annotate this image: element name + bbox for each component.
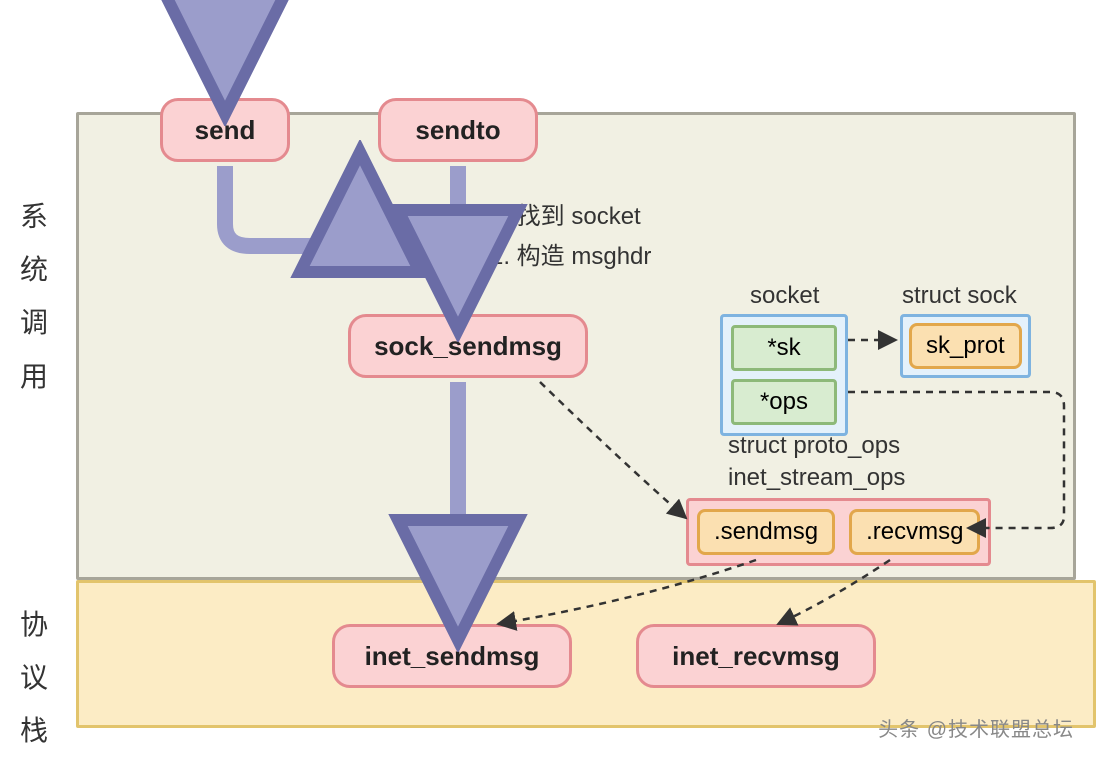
struct-sock: sk_prot [900, 314, 1031, 378]
title-socket: socket [750, 282, 819, 310]
annotation-step2: 2. 构造 msghdr [490, 236, 651, 271]
struct-socket: *sk *ops [720, 314, 848, 436]
diagram-canvas: 系统调用 协议栈 send sendto sock_sendmsg inet_s… [0, 0, 1102, 752]
field-sk: *sk [731, 325, 837, 371]
title-struct-sock: struct sock [902, 282, 1017, 310]
title-proto-ops-1: struct proto_ops [728, 432, 900, 460]
field-sendmsg: .sendmsg [697, 509, 835, 555]
node-inet-recvmsg: inet_recvmsg [636, 624, 876, 688]
annotation-step1: 1. 找到 socket [490, 196, 641, 231]
node-send: send [160, 98, 290, 162]
label-protocol: 协议栈 [18, 598, 50, 758]
watermark: 头条 @技术联盟总坛 [878, 713, 1074, 742]
node-inet-sendmsg: inet_sendmsg [332, 624, 572, 688]
struct-proto-ops: .sendmsg .recvmsg [686, 498, 991, 566]
field-ops: *ops [731, 379, 837, 425]
node-sendto: sendto [378, 98, 538, 162]
field-recvmsg: .recvmsg [849, 509, 980, 555]
field-sk-prot: sk_prot [909, 323, 1022, 369]
zone-protocol [76, 580, 1096, 728]
node-sock-sendmsg: sock_sendmsg [348, 314, 588, 378]
label-syscall: 系统调用 [18, 190, 50, 403]
title-proto-ops-2: inet_stream_ops [728, 464, 905, 492]
